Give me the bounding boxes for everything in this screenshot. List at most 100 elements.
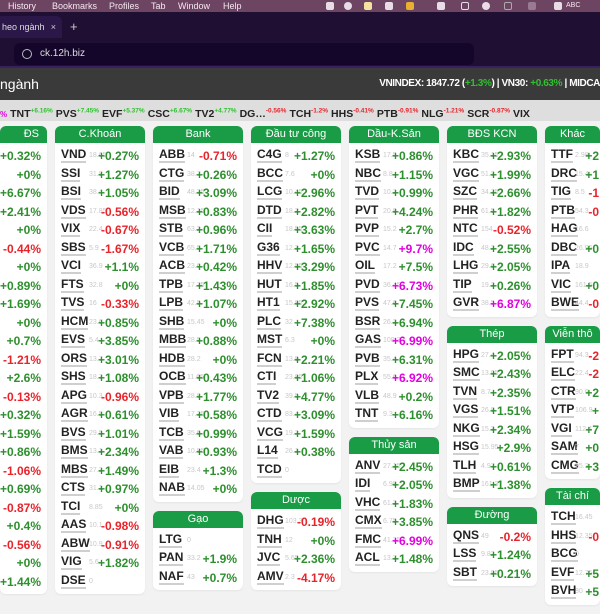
stock-row[interactable]: DSE 0 — [55, 572, 145, 591]
stock-symbol[interactable]: EVS — [61, 333, 86, 348]
stock-symbol[interactable]: TVS — [61, 296, 85, 311]
ticker-strip-item[interactable]: PVS+7.45% — [56, 107, 99, 120]
stock-row[interactable]: HPG 27.4 +2.05% — [447, 346, 537, 365]
stock-row[interactable]: EVF 12.75 +5 — [545, 564, 600, 583]
stock-symbol[interactable]: TCD — [257, 462, 282, 478]
stock-symbol[interactable]: BCG — [551, 547, 578, 562]
stock-row[interactable]: PVS 47.6 +7.45% — [349, 294, 439, 313]
stock-symbol[interactable]: ABB — [159, 148, 185, 163]
browser-tab[interactable]: heo ngành × — [0, 16, 62, 38]
stock-symbol[interactable]: HHV — [257, 259, 283, 274]
stock-symbol[interactable]: TIP — [453, 277, 472, 293]
sector-header[interactable]: Đường — [447, 506, 537, 524]
stock-symbol[interactable]: EVF — [551, 565, 575, 581]
sector-header[interactable]: Khác — [545, 126, 600, 143]
stock-row[interactable]: IPA 18.9 — [545, 257, 600, 276]
stock-symbol[interactable]: ABW — [61, 536, 90, 552]
stock-symbol[interactable]: TTF — [551, 148, 573, 163]
stock-row[interactable]: CTR 90.6 +2 — [545, 383, 600, 402]
stock-row[interactable]: TV2 39.5 +4.77% — [251, 387, 341, 406]
stock-row[interactable]: G36 12.3 +1.65% — [251, 239, 341, 258]
notion-icon[interactable] — [437, 2, 445, 10]
stock-row[interactable]: SBS 5.9 -1.67% — [55, 239, 145, 258]
stock-row[interactable]: OIL 17.2 +7.5% — [349, 257, 439, 276]
stock-row[interactable]: IDC 48.2 +2.55% — [447, 239, 537, 258]
stock-row[interactable]: CTG 38.7 +0.26% — [153, 165, 243, 184]
stock-symbol[interactable]: KSB — [355, 148, 381, 163]
stock-symbol[interactable]: PLC — [257, 314, 281, 330]
stock-row[interactable]: VLB 48.9 +0.2% — [349, 387, 439, 406]
stock-row[interactable]: TCB 35.6 +0.99% — [153, 424, 243, 443]
stock-symbol[interactable]: VGC — [453, 166, 480, 182]
stock-row[interactable]: LCG 10.45 +2.96% — [251, 183, 341, 202]
stock-row[interactable]: CTD 83.4 +3.09% — [251, 405, 341, 424]
stock-symbol[interactable]: ELC — [551, 366, 575, 381]
stock-row[interactable]: FCN 13.9 +2.21% — [251, 350, 341, 369]
stock-row[interactable]: VTP 106.9 + — [545, 401, 600, 420]
stock-symbol[interactable]: TVD — [355, 185, 379, 200]
stock-symbol[interactable]: PAN — [159, 551, 184, 566]
stock-row[interactable]: SAM 7 +0 — [545, 438, 600, 457]
stock-row[interactable]: AMV 2.3 -4.17% — [251, 568, 341, 587]
stock-row[interactable]: VIX 22.4 -0.67% — [55, 220, 145, 239]
sector-header[interactable]: BĐS KCN — [447, 126, 537, 143]
stock-symbol[interactable]: LCG — [257, 185, 283, 200]
stock-symbol[interactable]: PVT — [355, 203, 379, 219]
stock-symbol[interactable]: VPB — [159, 388, 184, 404]
stock-row[interactable]: PVB 35.4 +6.31% — [349, 350, 439, 369]
stock-row[interactable]: QNS 49 -0.2% — [447, 527, 537, 546]
stock-row[interactable]: +0% — [0, 220, 47, 239]
stock-row[interactable]: HDB 28.2 +0% — [153, 350, 243, 369]
ticker-strip-item[interactable]: DG…-0.56% — [240, 107, 287, 120]
stock-row[interactable]: BCC 7.6 +0% — [251, 165, 341, 184]
stock-row[interactable]: TPB 17.75 +1.43% — [153, 276, 243, 295]
stock-row[interactable]: VPB 28.8 +1.77% — [153, 387, 243, 406]
stock-symbol[interactable]: PVD — [355, 277, 380, 293]
stock-symbol[interactable]: SHB — [159, 314, 185, 330]
stock-symbol[interactable]: HHS — [551, 528, 577, 544]
stock-row[interactable]: NAB 14.05 +0% — [153, 479, 243, 498]
stock-symbol[interactable]: LTG — [159, 532, 183, 548]
stock-row[interactable]: BSI 38.4 +1.05% — [55, 183, 145, 202]
stock-symbol[interactable]: JVC — [257, 551, 281, 566]
stock-row[interactable]: CTS 31.1 +0.97% — [55, 479, 145, 498]
ticker-strip-item[interactable]: VIX — [513, 108, 530, 120]
ticker-strip-item[interactable]: SCR-0.87% — [467, 107, 510, 120]
stock-row[interactable]: VGS 26.9 +1.51% — [447, 401, 537, 420]
input-source-label[interactable]: ABC — [566, 0, 580, 12]
stock-symbol[interactable]: TVN — [453, 384, 477, 400]
stock-row[interactable]: PTB 54.3 -0 — [545, 202, 600, 221]
stock-row[interactable]: ANV 27.15 +2.45% — [349, 457, 439, 476]
stock-row[interactable]: HSG 15.95 +2.9% — [447, 438, 537, 457]
stock-row[interactable]: BID 48.35 +3.09% — [153, 183, 243, 202]
stock-row[interactable]: IDI 6.98 +2.05% — [349, 475, 439, 494]
stock-row[interactable]: SSI 31.8 +1.27% — [55, 165, 145, 184]
stock-row[interactable]: C4G 8 +1.27% — [251, 146, 341, 165]
stock-symbol[interactable]: FTS — [61, 277, 84, 293]
stock-row[interactable]: PHR 61.5 +1.82% — [447, 202, 537, 221]
ticker-strip-item[interactable]: EVF+5.37% — [102, 107, 145, 120]
stock-row[interactable]: VCG 19.2 +1.59% — [251, 424, 341, 443]
stock-symbol[interactable]: BSI — [61, 185, 82, 200]
stock-row[interactable]: BMP 161.3 +1.38% — [447, 475, 537, 494]
stock-symbol[interactable]: PHR — [453, 203, 479, 219]
menu-tab[interactable]: Tab — [151, 0, 166, 12]
stock-row[interactable]: CMG 35.3 +3 — [545, 457, 600, 476]
stock-row[interactable]: NTC 154 -0.52% — [447, 220, 537, 239]
stock-row[interactable]: +1.59% — [0, 424, 47, 443]
stock-symbol[interactable]: TIG — [551, 185, 571, 200]
input-source-icon[interactable] — [554, 2, 562, 10]
stock-symbol[interactable]: NAB — [159, 481, 185, 496]
stock-symbol[interactable]: PVP — [355, 222, 380, 237]
stock-symbol[interactable]: ACB — [159, 259, 185, 274]
stock-symbol[interactable]: HPG — [453, 347, 480, 363]
sector-header[interactable]: Đầu tư công — [251, 126, 341, 143]
stock-row[interactable]: PLC 32 +7.38% — [251, 313, 341, 332]
stock-row[interactable]: ELC 22.4 -2 — [545, 364, 600, 383]
stock-row[interactable]: JVC 5.65 +2.36% — [251, 549, 341, 568]
stock-symbol[interactable]: CTI — [257, 370, 277, 385]
stock-symbol[interactable]: BMP — [453, 477, 480, 492]
menu-help[interactable]: Help — [223, 0, 242, 12]
stock-row[interactable]: PLX 55.6 +6.92% — [349, 368, 439, 387]
stock-row[interactable]: BVS 29.5 +1.01% — [55, 424, 145, 443]
